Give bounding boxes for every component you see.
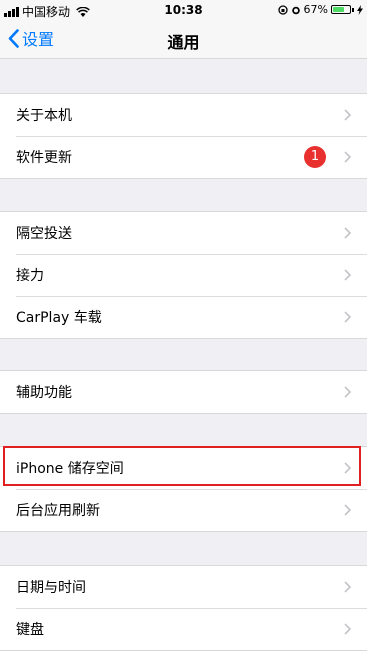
chevron-right-icon bbox=[344, 269, 351, 281]
settings-group-datetime: 日期与时间 键盘 bbox=[0, 565, 367, 651]
settings-group-connectivity: 隔空投送 接力 CarPlay 车载 bbox=[0, 211, 367, 339]
battery-tip bbox=[352, 7, 354, 12]
battery-icon bbox=[331, 5, 351, 14]
row-date-time[interactable]: 日期与时间 bbox=[0, 566, 367, 608]
row-label: iPhone 储存空间 bbox=[16, 461, 124, 477]
row-airdrop[interactable]: 隔空投送 bbox=[0, 212, 367, 254]
row-software-update[interactable]: 软件更新 1 bbox=[0, 136, 367, 178]
row-label: 软件更新 bbox=[16, 150, 72, 166]
settings-group-storage: iPhone 储存空间 后台应用刷新 bbox=[0, 446, 367, 532]
chevron-right-icon bbox=[344, 151, 351, 163]
chevron-right-icon bbox=[344, 386, 351, 398]
row-label: 键盘 bbox=[16, 622, 44, 638]
charging-icon bbox=[357, 4, 363, 15]
row-accessibility[interactable]: 辅助功能 bbox=[0, 371, 367, 413]
row-label: 关于本机 bbox=[16, 108, 72, 124]
alarm-icon bbox=[291, 6, 300, 14]
row-label: 隔空投送 bbox=[16, 226, 72, 242]
status-right: 67% bbox=[277, 3, 363, 16]
settings-group-accessibility: 辅助功能 bbox=[0, 370, 367, 414]
row-label: 接力 bbox=[16, 268, 44, 284]
update-badge: 1 bbox=[304, 146, 326, 168]
chevron-right-icon bbox=[344, 109, 351, 121]
settings-group-about: 关于本机 软件更新 1 bbox=[0, 93, 367, 179]
row-label: 日期与时间 bbox=[16, 580, 86, 596]
row-label: 辅助功能 bbox=[16, 385, 72, 401]
row-background-refresh[interactable]: 后台应用刷新 bbox=[0, 489, 367, 531]
chevron-right-icon bbox=[344, 623, 351, 635]
row-about[interactable]: 关于本机 bbox=[0, 94, 367, 136]
status-bar: 中国移动 10:38 67% bbox=[0, 0, 367, 20]
battery-percent: 67% bbox=[303, 3, 328, 16]
row-handoff[interactable]: 接力 bbox=[0, 254, 367, 296]
row-label: CarPlay 车载 bbox=[16, 310, 102, 326]
chevron-right-icon bbox=[344, 581, 351, 593]
chevron-right-icon bbox=[344, 504, 351, 516]
page-title: 通用 bbox=[167, 33, 200, 52]
nav-bar: 设置 通用 bbox=[0, 20, 367, 59]
row-carplay[interactable]: CarPlay 车载 bbox=[0, 296, 367, 338]
orientation-lock-icon bbox=[277, 4, 288, 15]
chevron-right-icon bbox=[344, 311, 351, 323]
chevron-right-icon bbox=[344, 462, 351, 474]
row-iphone-storage[interactable]: iPhone 储存空间 bbox=[0, 447, 367, 489]
row-label: 后台应用刷新 bbox=[16, 503, 100, 519]
chevron-right-icon bbox=[344, 227, 351, 239]
